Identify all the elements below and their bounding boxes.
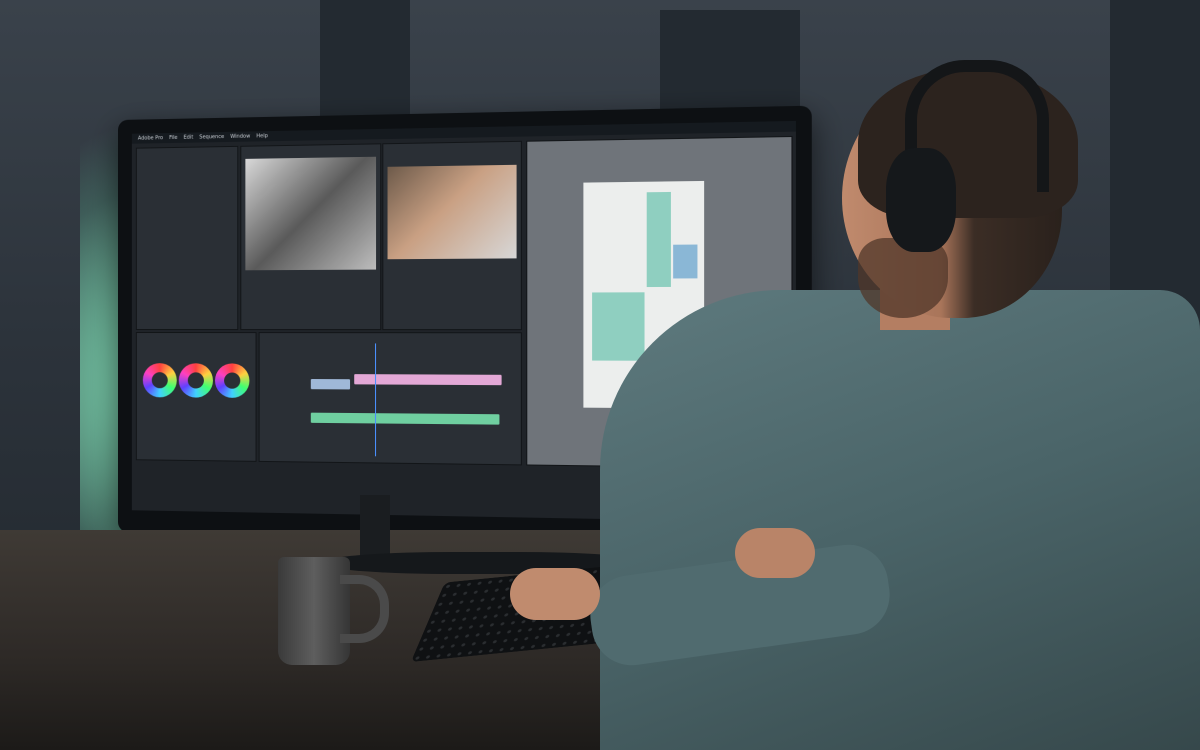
color-wheel-shadows[interactable] bbox=[142, 363, 177, 398]
project-panel bbox=[135, 145, 239, 331]
color-wheel-highlights[interactable] bbox=[214, 363, 250, 398]
video-clip-1[interactable] bbox=[310, 379, 351, 390]
menu-sequence[interactable]: Sequence bbox=[199, 134, 224, 141]
blue-block bbox=[673, 244, 698, 279]
menu-edit[interactable]: Edit bbox=[184, 135, 194, 141]
left-hand bbox=[510, 568, 600, 620]
lumetri-color-panel bbox=[135, 332, 257, 462]
video-clip-2[interactable] bbox=[354, 374, 502, 386]
teal-block-bottom bbox=[592, 292, 645, 361]
menu-app[interactable]: Adobe Pro bbox=[138, 135, 163, 141]
person-torso bbox=[600, 290, 1200, 750]
playhead[interactable] bbox=[375, 343, 377, 457]
program-video-frame bbox=[387, 164, 517, 260]
photo-scene: Adobe Pro File Edit Sequence Window Help bbox=[0, 0, 1200, 750]
source-monitor bbox=[240, 143, 382, 331]
source-video-frame bbox=[245, 156, 377, 271]
right-hand bbox=[735, 528, 815, 578]
menu-help[interactable]: Help bbox=[256, 133, 268, 139]
headphones-icon bbox=[886, 148, 956, 252]
menu-file[interactable]: File bbox=[169, 135, 177, 141]
timeline-panel bbox=[258, 332, 522, 466]
menu-window[interactable]: Window bbox=[230, 133, 250, 139]
audio-waveform[interactable] bbox=[310, 412, 500, 425]
teal-block-top bbox=[646, 191, 671, 288]
color-wheel-midtones[interactable] bbox=[178, 363, 213, 398]
program-monitor bbox=[382, 140, 522, 331]
